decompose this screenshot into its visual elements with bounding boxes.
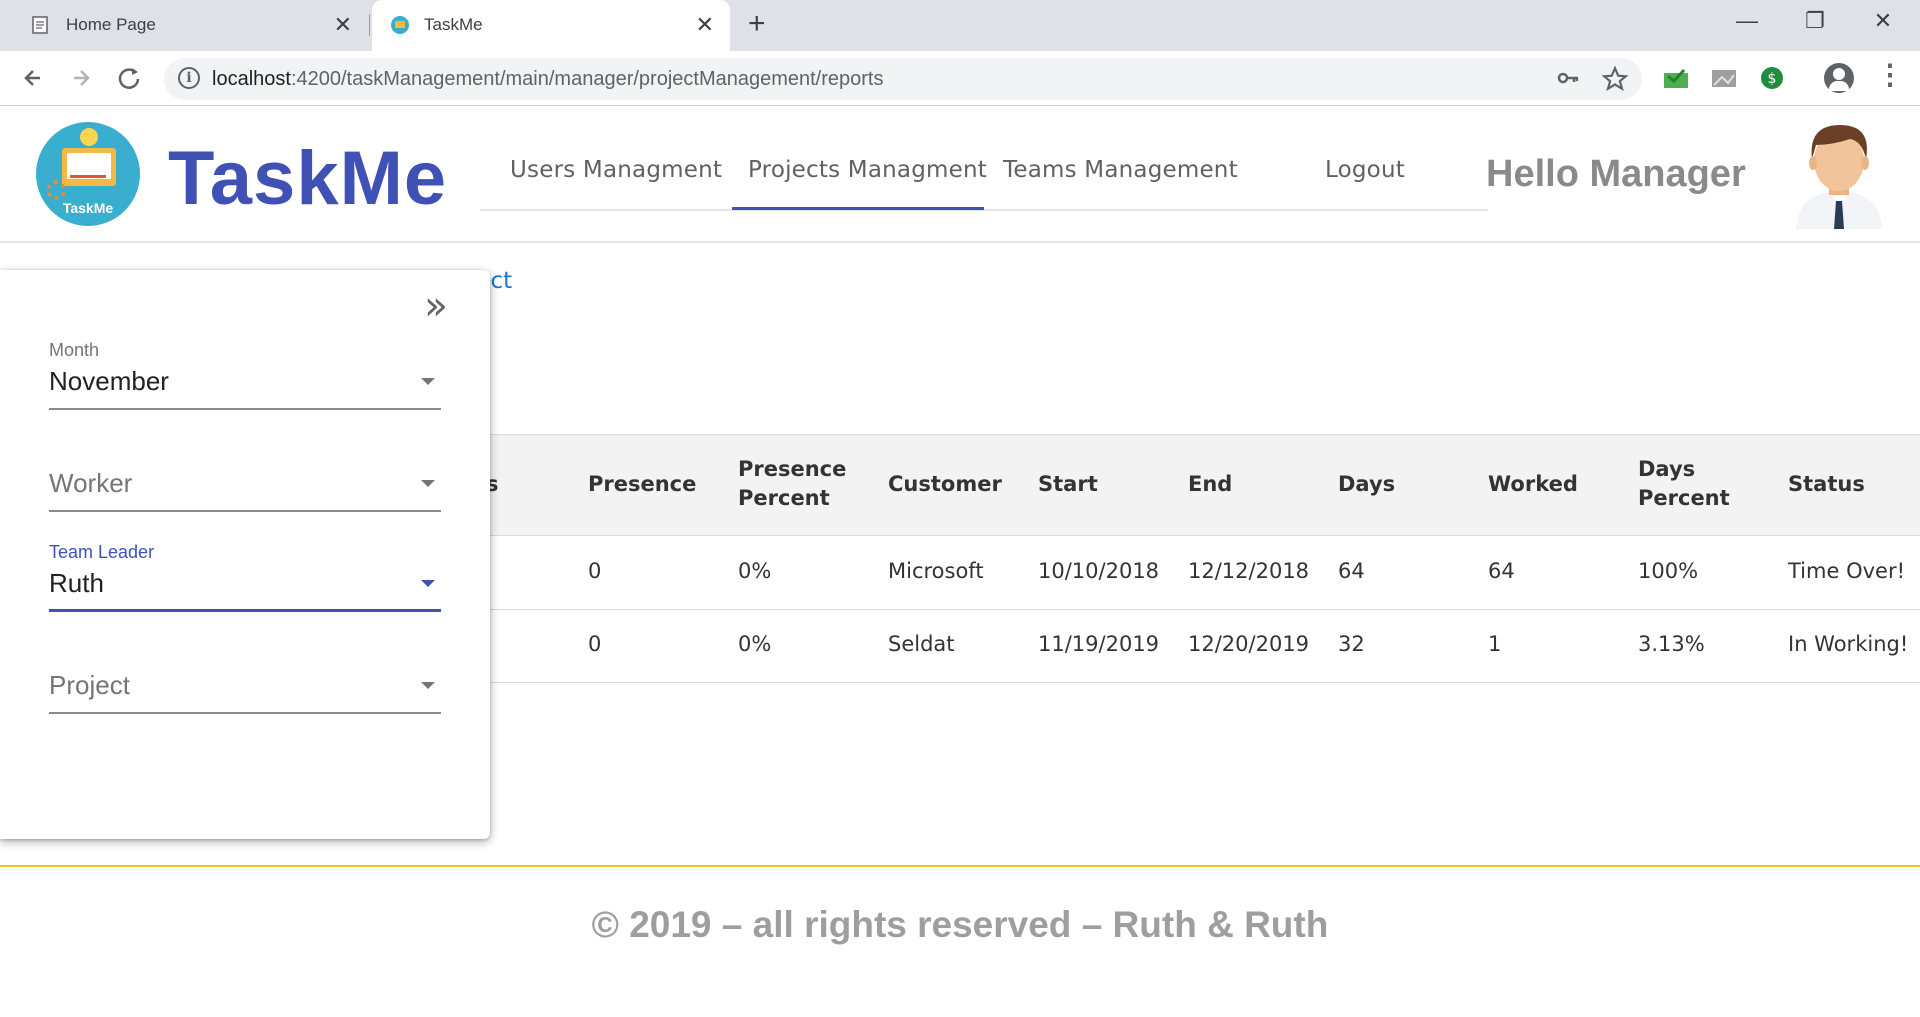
- cell-status: Time Over!: [1788, 559, 1905, 583]
- document-icon: [32, 16, 48, 34]
- column-header[interactable]: Presence: [588, 470, 696, 499]
- cell-presence-percent: 0%: [738, 632, 772, 656]
- collapse-chevron-icon[interactable]: ››: [424, 286, 448, 326]
- bulb-icon: [80, 128, 98, 146]
- field-underline: [49, 510, 441, 512]
- forward-icon[interactable]: [66, 63, 96, 93]
- dropdown-arrow-icon: [421, 682, 435, 689]
- team-leader-label: Team Leader: [49, 542, 155, 562]
- nav-logout[interactable]: Logout: [1325, 157, 1405, 183]
- month-value: November: [49, 366, 169, 396]
- browser-tabstrip: Home Page ✕ TaskMe ✕ + — ❐ ✕: [0, 0, 1920, 51]
- column-header[interactable]: Worked: [1488, 470, 1578, 499]
- nav-projects-management[interactable]: Projects Managment: [748, 157, 987, 183]
- chart-icon: [70, 162, 106, 178]
- tab-label: TaskMe: [424, 15, 483, 34]
- cell-customer: Microsoft: [888, 559, 984, 583]
- active-nav-indicator: [732, 207, 984, 210]
- app-header: TaskMe TaskMe Users Managment Projects M…: [0, 107, 1920, 243]
- extension-mail-icon[interactable]: [1662, 65, 1690, 91]
- back-icon[interactable]: [18, 63, 48, 93]
- close-tab-icon[interactable]: ✕: [334, 12, 352, 38]
- worker-placeholder: Worker: [49, 468, 133, 498]
- cell-presence: 0: [588, 559, 602, 583]
- cell-presence-percent: 0%: [738, 559, 772, 583]
- column-header[interactable]: Status: [1788, 470, 1865, 499]
- browser-toolbar: i localhost:4200/taskManagement/main/man…: [0, 51, 1920, 106]
- taskme-logo[interactable]: TaskMe: [36, 122, 140, 226]
- cell-start: 10/10/2018: [1038, 559, 1160, 583]
- cell-start: 11/19/2019: [1038, 632, 1160, 656]
- nav-users-management[interactable]: Users Managment: [510, 157, 722, 183]
- team-leader-select[interactable]: Team Leader Ruth: [49, 542, 441, 622]
- manager-avatar: [1796, 125, 1882, 229]
- dropdown-arrow-icon: [421, 580, 435, 587]
- close-window-button[interactable]: ✕: [1858, 8, 1908, 34]
- close-tab-icon[interactable]: ✕: [696, 12, 714, 38]
- extension-image-icon[interactable]: [1710, 65, 1738, 91]
- address-bar[interactable]: i localhost:4200/taskManagement/main/man…: [164, 58, 1642, 100]
- cell-worked: 64: [1488, 559, 1515, 583]
- gear-icon: [46, 180, 66, 200]
- month-label: Month: [49, 340, 100, 360]
- cell-end: 12/20/2019: [1188, 632, 1310, 656]
- menu-kebab-icon[interactable]: ⋮: [1876, 61, 1904, 89]
- tab-divider: [369, 14, 370, 36]
- cell-end: 12/12/2018: [1188, 559, 1310, 583]
- field-underline: [49, 408, 441, 410]
- cell-days-percent: 3.13%: [1638, 632, 1705, 656]
- cell-presence: 0: [588, 632, 602, 656]
- greeting-text: Hello Manager: [1486, 153, 1746, 195]
- filter-panel: ›› Month November Worker Team Leader Rut…: [0, 270, 490, 839]
- column-header[interactable]: Days: [1338, 470, 1395, 499]
- nav-teams-management[interactable]: Teams Management: [1003, 157, 1238, 183]
- dropdown-arrow-icon: [421, 480, 435, 487]
- extension-dollar-icon[interactable]: $: [1758, 65, 1786, 91]
- cell-days: 32: [1338, 632, 1365, 656]
- column-header[interactable]: Days Percent: [1638, 455, 1730, 513]
- brand-title: TaskMe: [168, 136, 448, 221]
- cell-worked: 1: [1488, 632, 1502, 656]
- info-icon[interactable]: i: [178, 67, 200, 89]
- url-text[interactable]: localhost:4200/taskManagement/main/manag…: [212, 68, 884, 91]
- logo-text: TaskMe: [62, 200, 114, 216]
- new-tab-button[interactable]: +: [748, 8, 766, 40]
- field-underline: [49, 712, 441, 714]
- main-nav: Users Managment Projects Managment Teams…: [480, 107, 1488, 211]
- cell-days: 64: [1338, 559, 1365, 583]
- reload-icon[interactable]: [114, 63, 144, 93]
- column-header[interactable]: Customer: [888, 470, 1002, 499]
- key-icon[interactable]: [1556, 66, 1580, 90]
- month-select[interactable]: Month November: [49, 340, 441, 420]
- tab-label: Home Page: [66, 15, 156, 34]
- taskme-favicon-icon: [391, 16, 409, 34]
- footer-divider: [0, 865, 1920, 867]
- dropdown-arrow-icon: [421, 378, 435, 385]
- column-header[interactable]: Start: [1038, 470, 1098, 499]
- cell-days-percent: 100%: [1638, 559, 1699, 583]
- profile-icon[interactable]: [1824, 63, 1854, 93]
- svg-text:$: $: [1768, 71, 1777, 87]
- cell-status: In Working!: [1788, 632, 1909, 656]
- worker-select[interactable]: Worker: [49, 440, 441, 520]
- tab-taskme[interactable]: TaskMe ✕: [372, 0, 730, 51]
- footer-copyright: © 2019 – all rights reserved – Ruth & Ru…: [591, 904, 1329, 945]
- minimize-button[interactable]: —: [1722, 8, 1772, 34]
- field-underline-active: [49, 609, 441, 612]
- restore-button[interactable]: ❐: [1790, 8, 1840, 34]
- team-leader-value: Ruth: [49, 568, 104, 598]
- project-placeholder: Project: [49, 670, 130, 700]
- column-header[interactable]: End: [1188, 470, 1232, 499]
- column-header[interactable]: Presence Percent: [738, 455, 846, 513]
- project-select[interactable]: Project: [49, 642, 441, 722]
- tab-home-page[interactable]: Home Page ✕: [0, 0, 368, 51]
- cell-customer: Seldat: [888, 632, 955, 656]
- bookmark-star-icon[interactable]: [1602, 66, 1628, 92]
